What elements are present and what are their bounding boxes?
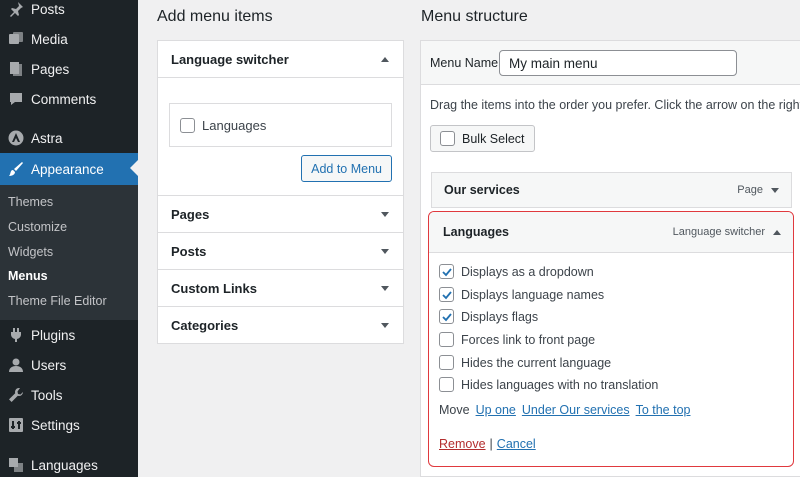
sidebar-item-media[interactable]: Media — [0, 24, 138, 54]
menu-item-languages-header[interactable]: Languages Language switcher — [429, 212, 793, 253]
menu-structure-heading: Menu structure — [421, 8, 528, 25]
submenu-themes[interactable]: Themes — [8, 195, 53, 209]
checkmark-icon — [441, 290, 452, 299]
astra-icon — [7, 129, 25, 147]
translation-icon — [7, 456, 25, 474]
option-flags[interactable]: Displays flags — [439, 309, 538, 324]
checkmark-icon — [441, 312, 452, 321]
remove-link[interactable]: Remove — [439, 437, 486, 451]
add-items-accordion: Language switcher Languages Add to Menu … — [157, 40, 404, 344]
appearance-submenu: Themes Customize Widgets Menus Theme Fil… — [0, 185, 138, 320]
menu-name-label: Menu Name — [430, 56, 499, 70]
paintbrush-icon — [7, 160, 25, 178]
panel-categories-header[interactable]: Categories — [158, 306, 403, 343]
move-up-one-link[interactable]: Up one — [476, 403, 516, 417]
bulk-select-button[interactable]: Bulk Select — [430, 125, 535, 152]
menu-item-type: Page — [737, 184, 763, 196]
chevron-down-icon — [381, 211, 389, 217]
option-hide-current[interactable]: Hides the current language — [439, 355, 611, 370]
menu-name-input[interactable]: My main menu — [499, 50, 737, 76]
tools-icon — [7, 386, 25, 404]
languages-checkbox-label: Languages — [202, 117, 267, 133]
checkbox-unchecked[interactable] — [439, 377, 454, 392]
chevron-down-icon[interactable] — [771, 187, 779, 193]
menu-item-our-services[interactable]: Our services Page — [431, 172, 792, 208]
chevron-down-icon — [381, 322, 389, 328]
move-to-top-link[interactable]: To the top — [636, 403, 691, 417]
checkbox-checked[interactable] — [439, 287, 454, 302]
option-dropdown[interactable]: Displays as a dropdown — [439, 264, 594, 279]
panel-language-switcher-body: Languages Add to Menu — [158, 77, 403, 195]
option-language-names[interactable]: Displays language names — [439, 287, 604, 302]
sidebar-item-pages[interactable]: Pages — [0, 54, 138, 84]
option-hide-untranslated[interactable]: Hides languages with no translation — [439, 377, 658, 392]
chevron-down-icon — [381, 248, 389, 254]
settings-icon — [7, 416, 25, 434]
sidebar-item-settings[interactable]: Settings — [0, 410, 138, 440]
admin-sidebar: Posts Media Pages Comments Astra Appeara… — [0, 0, 138, 477]
users-icon — [7, 356, 25, 374]
menu-item-type: Language switcher — [672, 226, 765, 238]
move-label: Move — [439, 403, 470, 417]
chevron-up-icon[interactable] — [773, 229, 781, 235]
sidebar-item-plugins[interactable]: Plugins — [0, 320, 138, 350]
checkmark-icon — [441, 267, 452, 276]
menu-item-title: Our services — [444, 183, 520, 197]
languages-checkbox[interactable] — [180, 117, 195, 133]
panel-language-switcher-header[interactable]: Language switcher — [158, 41, 403, 77]
item-actions: Remove | Cancel — [439, 437, 536, 451]
media-icon — [7, 30, 25, 48]
panel-pages-header[interactable]: Pages — [158, 195, 403, 232]
submenu-theme-file-editor[interactable]: Theme File Editor — [8, 294, 107, 308]
submenu-widgets[interactable]: Widgets — [8, 245, 53, 259]
panel-posts-header[interactable]: Posts — [158, 232, 403, 269]
checkbox-checked[interactable] — [439, 264, 454, 279]
drag-instructions: Drag the items into the order you prefer… — [430, 98, 800, 112]
move-under-link[interactable]: Under Our services — [522, 403, 630, 417]
checkbox-checked[interactable] — [439, 309, 454, 324]
comments-icon — [7, 90, 25, 108]
menu-name-bar: Menu Name My main menu — [421, 41, 800, 85]
checkbox-unchecked[interactable] — [439, 332, 454, 347]
sidebar-item-posts[interactable]: Posts — [0, 0, 138, 24]
chevron-down-icon — [381, 285, 389, 291]
chevron-up-icon — [381, 56, 389, 62]
panel-custom-links-header[interactable]: Custom Links — [158, 269, 403, 306]
cancel-link[interactable]: Cancel — [497, 437, 536, 451]
menu-item-languages-expanded: Languages Language switcher Displays as … — [428, 211, 794, 467]
separator: | — [489, 437, 493, 451]
sidebar-item-astra[interactable]: Astra — [0, 123, 138, 153]
option-force-front-page[interactable]: Forces link to front page — [439, 332, 595, 347]
plugins-icon — [7, 326, 25, 344]
languages-checkbox-list: Languages — [169, 103, 392, 147]
sidebar-item-languages[interactable]: Languages — [0, 450, 138, 477]
sidebar-item-tools[interactable]: Tools — [0, 380, 138, 410]
submenu-menus[interactable]: Menus — [8, 269, 48, 283]
add-menu-items-heading: Add menu items — [157, 8, 273, 25]
bulk-select-checkbox — [440, 131, 455, 146]
checkbox-unchecked[interactable] — [439, 355, 454, 370]
sidebar-item-comments[interactable]: Comments — [0, 84, 138, 114]
sidebar-item-appearance[interactable]: Appearance — [0, 153, 138, 185]
move-controls: Move Up one Under Our services To the to… — [439, 403, 690, 417]
add-to-menu-button[interactable]: Add to Menu — [301, 155, 392, 182]
menu-item-title: Languages — [443, 225, 509, 239]
pin-icon — [7, 0, 25, 18]
submenu-customize[interactable]: Customize — [8, 220, 67, 234]
sidebar-item-users[interactable]: Users — [0, 350, 138, 380]
pages-icon — [7, 60, 25, 78]
